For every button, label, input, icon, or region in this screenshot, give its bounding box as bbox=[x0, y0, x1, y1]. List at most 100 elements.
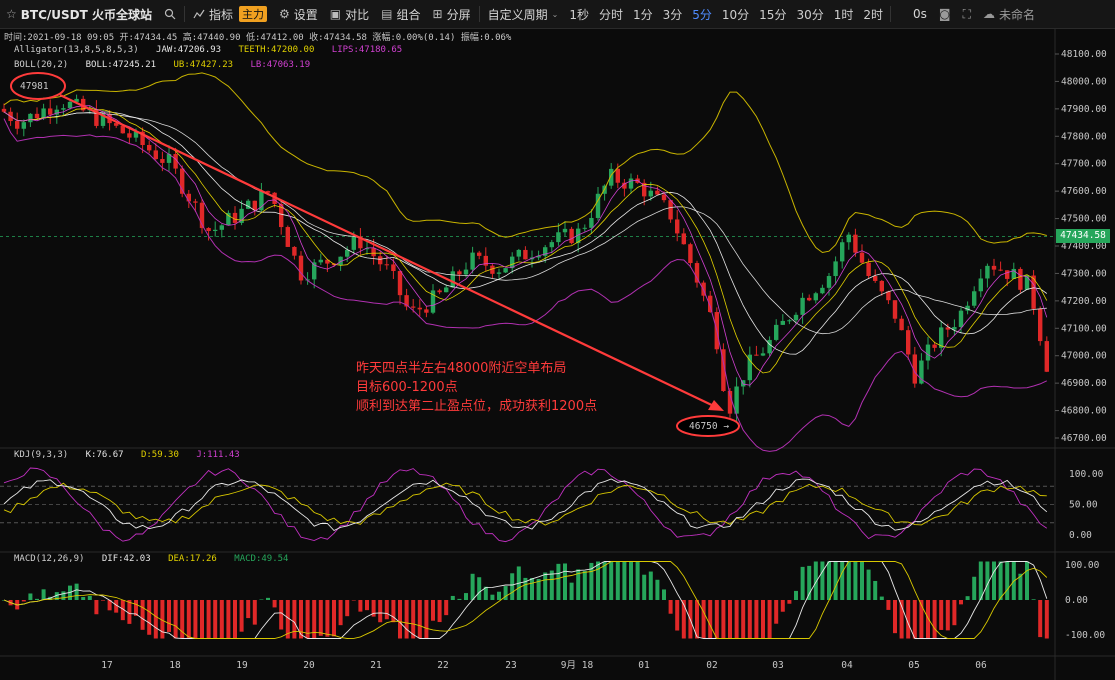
macd-bar-142 bbox=[939, 600, 944, 630]
kdj-axis-label-0: 100.00 bbox=[1069, 469, 1104, 480]
candle-body-134 bbox=[886, 291, 891, 301]
time-axis-label-6: 23 bbox=[505, 660, 516, 671]
candle-body-154 bbox=[1018, 268, 1023, 290]
macd-bar-113 bbox=[747, 600, 752, 639]
candle-body-127 bbox=[840, 242, 845, 262]
macd-bar-63 bbox=[417, 600, 422, 639]
macd-bar-102 bbox=[675, 600, 680, 631]
macd-bar-38 bbox=[252, 600, 257, 625]
macd-bar-155 bbox=[1025, 561, 1029, 600]
macd-bar-21 bbox=[140, 600, 145, 630]
macd-bar-61 bbox=[404, 600, 409, 639]
macd-bar-54 bbox=[358, 600, 363, 612]
candle-body-125 bbox=[826, 276, 832, 288]
candle-body-5 bbox=[34, 113, 40, 119]
candle-body-95 bbox=[628, 178, 634, 189]
boll-middle-band bbox=[3, 111, 1047, 335]
macd-bar-118 bbox=[780, 600, 785, 612]
candle-body-133 bbox=[879, 280, 884, 292]
candle-body-129 bbox=[853, 234, 858, 253]
macd-bar-65 bbox=[431, 600, 435, 621]
macd-bar-59 bbox=[391, 600, 396, 623]
candle-body-60 bbox=[397, 271, 403, 296]
candle-body-123 bbox=[813, 293, 818, 301]
macd-bar-26 bbox=[173, 600, 178, 639]
macd-bar-62 bbox=[411, 600, 416, 639]
macd-bar-85 bbox=[563, 563, 567, 600]
macd-bar-34 bbox=[226, 600, 231, 639]
macd-bar-133 bbox=[879, 596, 884, 600]
candle-body-126 bbox=[833, 261, 838, 277]
macd-bar-125 bbox=[827, 561, 831, 600]
candle-body-114 bbox=[754, 354, 759, 356]
annotation-line-3: 顺利到达第二止盈点位，成功获利1200点 bbox=[356, 399, 598, 414]
candle-body-130 bbox=[859, 252, 865, 263]
price-axis-label-8: 47300.00 bbox=[1061, 268, 1107, 279]
candle-body-38 bbox=[252, 200, 257, 211]
macd-bar-69 bbox=[457, 598, 462, 600]
macd-bar-50 bbox=[332, 600, 336, 637]
candle-body-79 bbox=[523, 249, 528, 260]
time-axis-label-8: 01 bbox=[638, 660, 650, 671]
macd-histogram bbox=[2, 561, 1049, 639]
candle-body-89 bbox=[589, 217, 594, 228]
annotation-line-1: 昨天四点半左右48000附近空单布局 bbox=[356, 361, 567, 376]
macd-bar-37 bbox=[246, 600, 251, 619]
candle-body-67 bbox=[444, 287, 449, 293]
macd-bar-88 bbox=[582, 570, 587, 600]
kline-chart-canvas[interactable]: 48100.00 48000.00 47900.00 47800.00 47700.00… bbox=[0, 0, 1115, 680]
candle-body-2 bbox=[15, 121, 20, 129]
macd-bar-140 bbox=[926, 600, 930, 639]
candle-body-150 bbox=[991, 265, 997, 270]
current-price-tag: 47434.58 bbox=[1056, 229, 1110, 243]
kdj-axis-label-2: 0.00 bbox=[1069, 530, 1092, 541]
price-axis-label-4: 47700.00 bbox=[1061, 159, 1107, 170]
candle-body-29 bbox=[193, 201, 198, 203]
candle-body-128 bbox=[846, 234, 851, 243]
macd-bar-33 bbox=[219, 600, 224, 639]
macd-bar-6 bbox=[41, 589, 46, 600]
candle-body-7 bbox=[48, 108, 53, 115]
macd-bar-11 bbox=[74, 583, 79, 600]
macd-bar-138 bbox=[912, 600, 917, 639]
macd-bar-143 bbox=[945, 600, 950, 631]
macd-bar-92 bbox=[609, 561, 614, 600]
macd-bar-51 bbox=[338, 600, 343, 626]
candle-body-31 bbox=[206, 228, 211, 232]
high-mark-label: 47981 bbox=[20, 81, 49, 92]
macd-bar-156 bbox=[1031, 599, 1036, 600]
candle-body-0 bbox=[1, 108, 7, 112]
candle-body-157 bbox=[1038, 308, 1043, 342]
macd-bar-57 bbox=[378, 600, 383, 623]
kdj-axis-label-1: 50.00 bbox=[1069, 500, 1098, 511]
macd-bar-103 bbox=[681, 600, 686, 639]
macd-bar-115 bbox=[761, 600, 765, 639]
candle-body-45 bbox=[298, 255, 304, 281]
price-axis-label-0: 48100.00 bbox=[1061, 49, 1107, 60]
time-axis-label-7: 9月 18 bbox=[561, 660, 594, 671]
time-axis-label-1: 18 bbox=[169, 660, 181, 671]
candle-body-158 bbox=[1044, 341, 1049, 372]
candle-body-57 bbox=[378, 256, 383, 265]
price-axis-label-1: 48000.00 bbox=[1061, 76, 1107, 87]
candle-body-132 bbox=[873, 276, 878, 281]
macd-bar-98 bbox=[648, 571, 653, 600]
macd-bar-28 bbox=[186, 600, 191, 639]
price-axis-label-12: 46900.00 bbox=[1061, 378, 1107, 389]
macd-bar-30 bbox=[200, 600, 204, 639]
macd-bar-71 bbox=[470, 573, 475, 600]
macd-bar-99 bbox=[655, 579, 660, 600]
macd-bar-3 bbox=[21, 600, 26, 602]
price-axis-label-6: 47500.00 bbox=[1061, 214, 1107, 225]
candle-body-18 bbox=[120, 125, 125, 134]
candle-body-104 bbox=[688, 244, 693, 264]
candle-body-43 bbox=[285, 227, 290, 247]
macd-bar-53 bbox=[351, 600, 356, 601]
macd-bar-80 bbox=[530, 578, 534, 600]
macd-bar-94 bbox=[622, 561, 627, 600]
macd-bar-9 bbox=[61, 591, 66, 600]
macd-bar-23 bbox=[153, 600, 158, 639]
macd-bar-107 bbox=[708, 600, 713, 639]
candle-body-140 bbox=[925, 344, 931, 361]
macd-bar-108 bbox=[714, 600, 719, 639]
